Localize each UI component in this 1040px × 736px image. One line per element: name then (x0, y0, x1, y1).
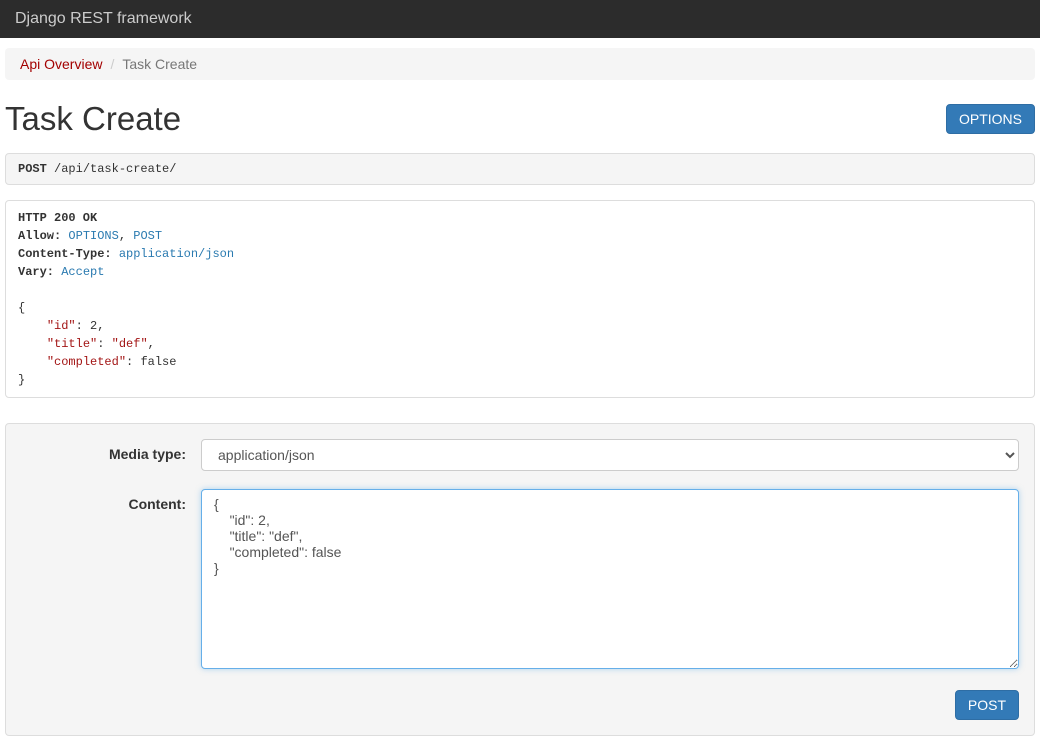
breadcrumb: Api Overview / Task Create (5, 48, 1035, 80)
brand-link[interactable]: Django REST framework (15, 10, 192, 28)
breadcrumb-separator: / (110, 56, 114, 72)
page-header: Task Create OPTIONS (5, 100, 1035, 138)
navbar: Django REST framework (0, 0, 1040, 38)
media-type-label: Media type: (21, 439, 201, 471)
response-panel: HTTP 200 OK Allow: OPTIONS, POST Content… (5, 200, 1035, 398)
page-title: Task Create (5, 100, 181, 138)
request-path: /api/task-create/ (54, 162, 176, 176)
breadcrumb-root[interactable]: Api Overview (20, 56, 102, 72)
content-textarea[interactable] (201, 489, 1019, 669)
request-method: POST (18, 162, 47, 176)
request-info: POST /api/task-create/ (5, 153, 1035, 185)
post-button[interactable]: POST (955, 690, 1019, 720)
content-label: Content: (21, 489, 201, 672)
media-type-select[interactable]: application/json (201, 439, 1019, 471)
raw-form-panel: Media type: application/json Content: PO… (5, 423, 1035, 736)
options-button[interactable]: OPTIONS (946, 104, 1035, 134)
breadcrumb-current: Task Create (122, 56, 197, 72)
